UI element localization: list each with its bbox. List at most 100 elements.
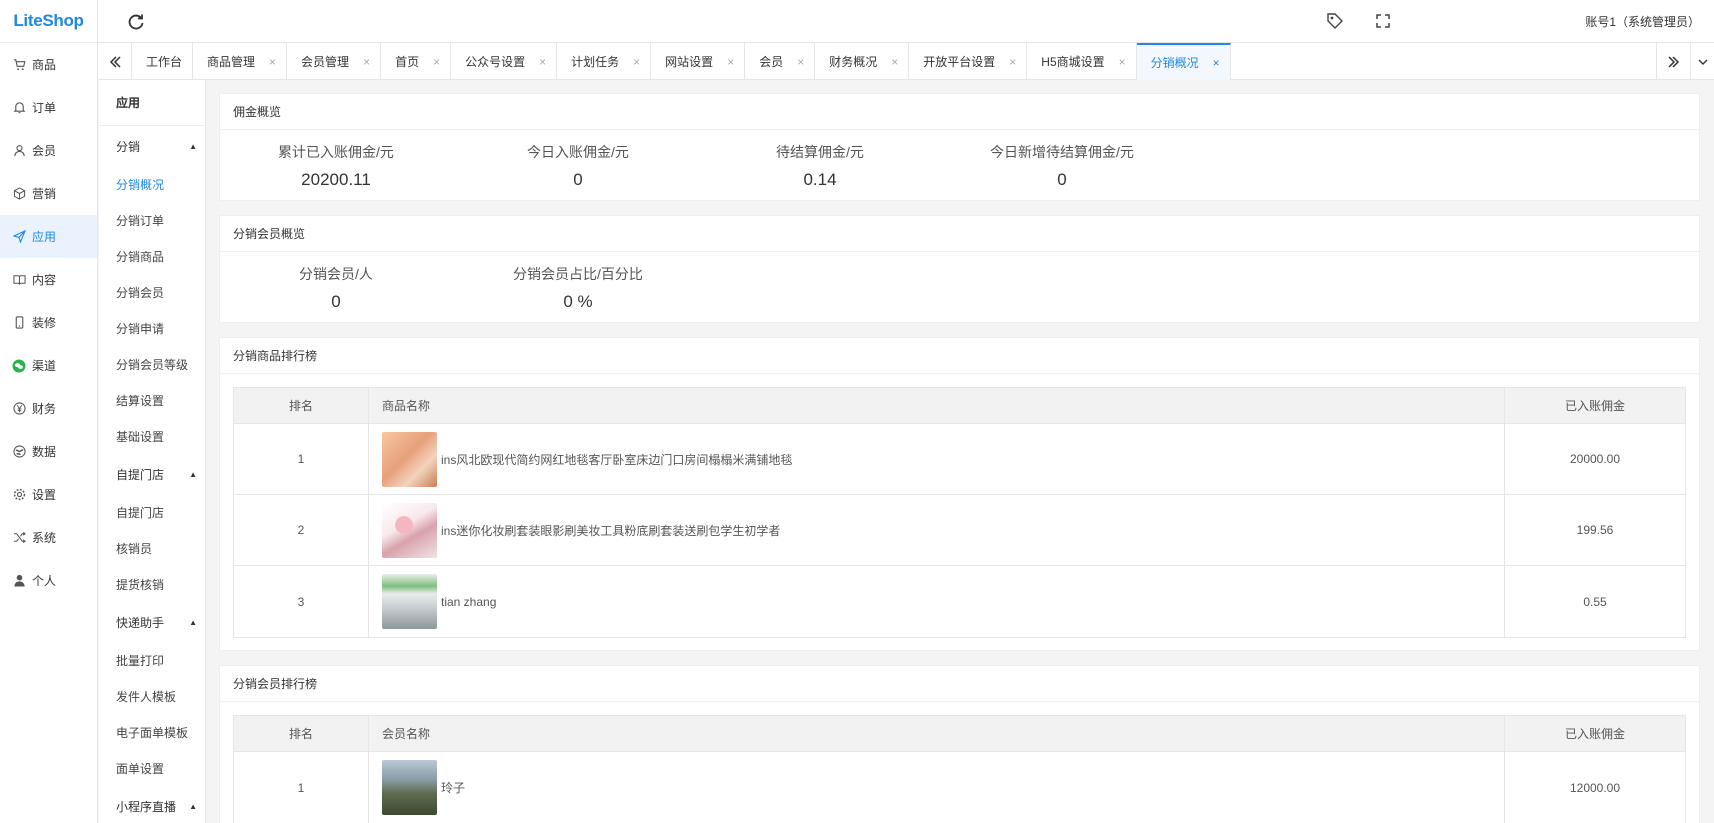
account-menu[interactable]: 账号1（系统管理员） [1585,13,1700,30]
name-cell: 玲子 [369,752,1505,823]
nav-item-10[interactable]: 设置 [0,473,97,516]
close-icon[interactable]: × [433,55,440,69]
tab-10[interactable]: H5商城设置 × [1027,43,1137,80]
nav-item-3[interactable]: 营销 [0,172,97,215]
nav-item-12[interactable]: 个人 [0,559,97,602]
close-icon[interactable]: × [1119,55,1126,69]
close-icon[interactable]: × [891,55,898,69]
product-rank-card: 分销商品排行榜 排名 商品名称 已入账佣金 1 ins风北欧现代简约网红地毯客厅卧… [219,337,1700,651]
sub-item[interactable]: 分销会员等级 [99,346,205,382]
sub-item[interactable]: 发件人模板 [99,678,205,714]
sub-item[interactable]: 核销员 [99,530,205,566]
caret-up-icon: ▲ [189,617,197,627]
close-icon[interactable]: × [797,55,804,69]
tab-7[interactable]: 会员 × [745,43,816,80]
sub-item[interactable]: 批量打印 [99,642,205,678]
refresh-icon[interactable] [126,12,146,32]
bell-icon [12,101,26,115]
chevron-down-icon[interactable] [1690,43,1714,80]
sub-item[interactable]: 电子面单模板 [99,714,205,750]
stat-value: 20200.11 [301,170,371,189]
amount-cell: 20000.00 [1569,452,1621,466]
sub-item[interactable]: 分销申请 [99,310,205,346]
sub-group-1[interactable]: 自提门店 ▲ [99,454,205,494]
nav-item-1[interactable]: 订单 [0,86,97,129]
tab-0[interactable]: 工作台 [132,43,194,80]
column-rank: 排名 [234,388,369,423]
table-row[interactable]: 1 ins风北欧现代简约网红地毯客厅卧室床边门口房间榻榻米满铺地毯 20000.00 [234,424,1685,495]
sub-group-3[interactable]: 小程序直播 ▲ [99,786,205,823]
tab-2[interactable]: 会员管理 × [287,43,382,80]
nav-item-2[interactable]: 会员 [0,129,97,172]
sub-item[interactable]: 自提门店 [99,494,205,530]
nav-item-4[interactable]: 应用 [0,215,97,258]
thumbnail-image[interactable] [382,574,437,629]
main-content: 佣金概览 累计已入账佣金/元 20200.11 今日入账佣金/元 0 待结算佣金/元 0.… [207,80,1714,823]
name-text[interactable]: ins迷你化妆刷套装眼影刷美妆工具粉底刷套装送刷包学生初学者 [441,522,780,539]
fullscreen-icon[interactable] [1374,12,1392,30]
tab-bar: 工作台 商品管理 × 会员管理 × 首页 × 公众号设置 × 计划任务 × 网站设置 × 会员 × 财务概况 ×… [98,43,1714,80]
tabs-prev-icon[interactable] [98,43,132,80]
column-rank: 排名 [234,716,369,751]
rank-cell: 3 [234,566,369,637]
nav-item-0[interactable]: 商品 [0,43,97,86]
tab-label: 计划任务 [571,55,620,69]
sub-group-0[interactable]: 分销 ▲ [99,126,205,166]
close-icon[interactable]: × [1009,55,1016,69]
table-row[interactable]: 1 玲子 12000.00 [234,752,1685,823]
tab-8[interactable]: 财务概况 × [815,43,910,80]
nav-item-9[interactable]: 数据 [0,430,97,473]
tab-11[interactable]: 分销概况 × [1136,43,1231,80]
tab-3[interactable]: 首页 × [381,43,452,80]
name-text[interactable]: ins风北欧现代简约网红地毯客厅卧室床边门口房间榻榻米满铺地毯 [441,451,792,468]
tab-6[interactable]: 网站设置 × [651,43,746,80]
tag-icon[interactable] [1326,12,1344,30]
column-amount: 已入账佣金 [1564,727,1625,741]
tab-5[interactable]: 计划任务 × [557,43,652,80]
nav-item-6[interactable]: 装修 [0,301,97,344]
thumbnail-image[interactable] [382,431,437,487]
sub-item[interactable]: 面单设置 [99,750,205,786]
shuffle-icon [12,531,26,545]
close-icon[interactable]: × [269,55,276,69]
member-rank-card: 分销会员排行榜 排名 会员名称 已入账佣金 1 玲子 12000.00 [219,665,1700,823]
name-text[interactable]: tian zhang [441,595,496,609]
sub-item[interactable]: 分销会员 [99,274,205,310]
table-row[interactable]: 2 ins迷你化妆刷套装眼影刷美妆工具粉底刷套装送刷包学生初学者 199.56 [234,495,1685,566]
name-text[interactable]: 玲子 [441,779,465,796]
stat-value: 0 [573,170,583,189]
nav-item-11[interactable]: 系统 [0,516,97,559]
stat-0: 累计已入账佣金/元 20200.11 [236,142,436,190]
tab-1[interactable]: 商品管理 × [193,43,288,80]
thumbnail-image[interactable] [382,502,437,558]
sub-group-2[interactable]: 快递助手 ▲ [99,602,205,642]
sub-item[interactable]: 提货核销 [99,566,205,602]
tab-label: 工作台 [146,55,183,69]
nav-item-8[interactable]: 财务 [0,387,97,430]
box-icon [12,187,26,201]
sub-item[interactable]: 分销商品 [99,238,205,274]
sub-item[interactable]: 分销概况 [99,166,205,202]
sub-item[interactable]: 分销订单 [99,202,205,238]
tabs-next-icon[interactable] [1656,43,1690,80]
close-icon[interactable]: × [633,55,640,69]
sub-group-label: 快递助手 [116,615,165,630]
logo[interactable]: LiteShop [0,0,97,43]
nav-item-7[interactable]: 渠道 [0,344,97,387]
sub-item[interactable]: 结算设置 [99,382,205,418]
close-icon[interactable]: × [539,55,546,69]
stat-label: 分销会员占比/百分比 [513,266,643,282]
stat-0: 分销会员/人 0 [236,264,436,312]
tab-4[interactable]: 公众号设置 × [451,43,558,80]
amount-cell: 0.55 [1583,594,1607,609]
close-icon[interactable]: × [1213,56,1220,70]
sub-item[interactable]: 基础设置 [99,418,205,454]
nav-item-5[interactable]: 内容 [0,258,97,301]
close-icon[interactable]: × [727,55,734,69]
yen-icon [12,402,26,416]
table-row[interactable]: 3 tian zhang 0.55 [234,566,1685,637]
close-icon[interactable]: × [363,55,370,69]
tab-9[interactable]: 开放平台设置 × [909,43,1028,80]
thumbnail-image[interactable] [382,760,437,815]
stat-value: 0 [1057,170,1067,189]
